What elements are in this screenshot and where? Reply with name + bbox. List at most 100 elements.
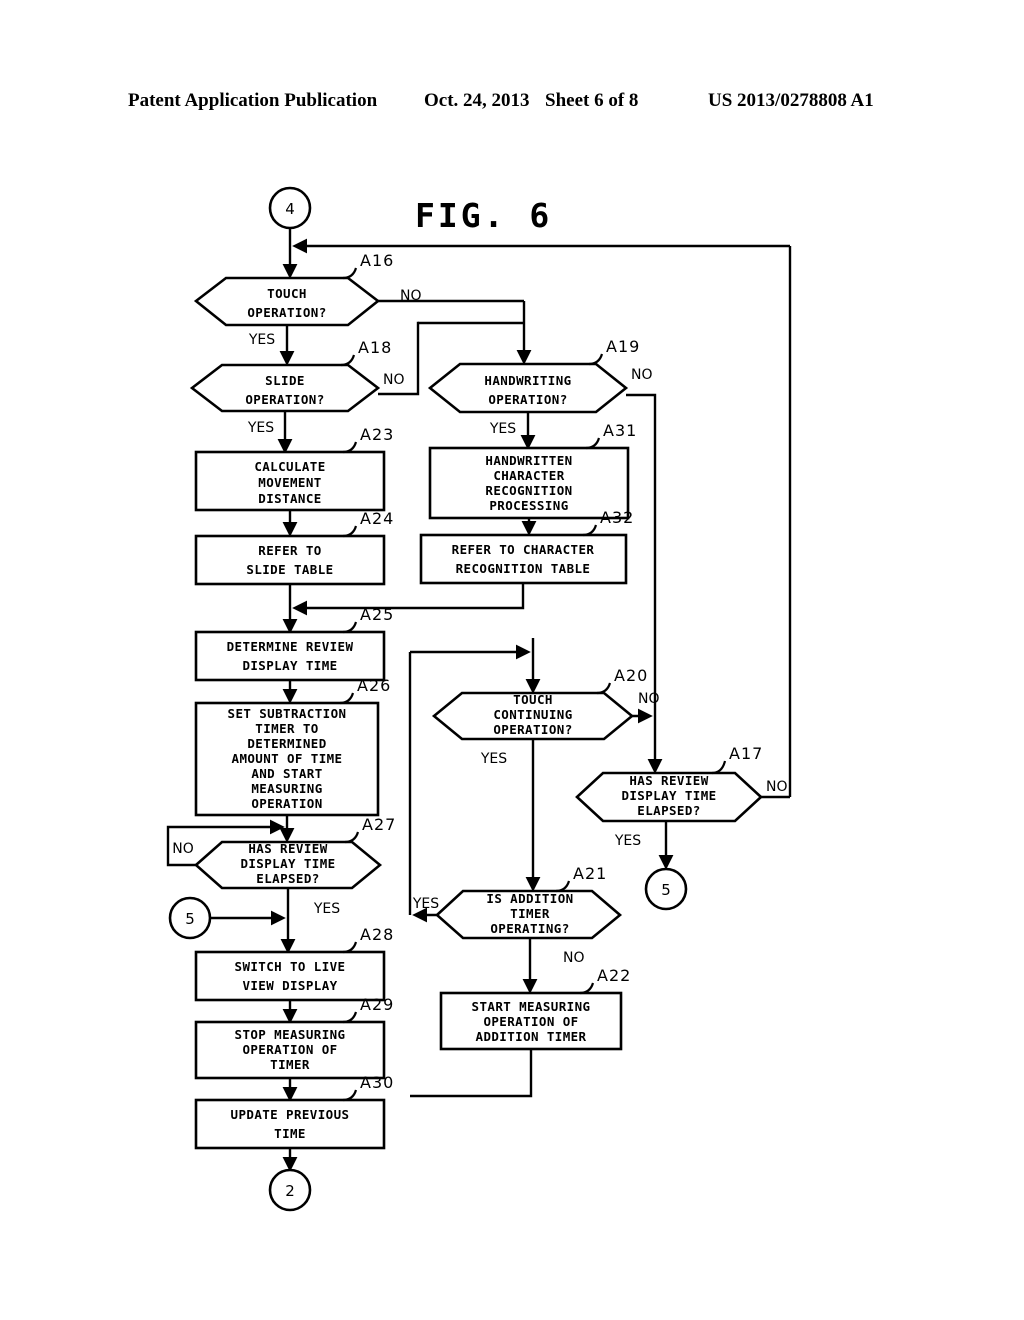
step-tag-a16: A16 bbox=[360, 251, 394, 270]
node-a22-line-3: ADDITION TIMER bbox=[476, 1029, 587, 1044]
flowchart-figure: FIG. 6 4 TOUCH OPERATION? A16 YES NO SLI… bbox=[166, 186, 792, 1212]
node-a29-line-3: TIMER bbox=[270, 1057, 310, 1072]
connector-4-label: 4 bbox=[285, 200, 295, 218]
node-a20-line-2: CONTINUING bbox=[493, 707, 572, 722]
node-a16-line-1: TOUCH bbox=[267, 286, 307, 301]
node-a23-line-3: DISTANCE bbox=[258, 491, 321, 506]
node-a19-line-1: HANDWRITING bbox=[484, 373, 571, 388]
edge-a32-to-a25 bbox=[292, 583, 525, 616]
branch-a18-yes: YES bbox=[247, 420, 274, 436]
node-a21-line-3: OPERATING? bbox=[490, 921, 569, 936]
leader-a29 bbox=[342, 1011, 358, 1024]
node-a29-line-2: OPERATION OF bbox=[242, 1042, 337, 1057]
node-a26-line-5: AND START bbox=[251, 766, 322, 781]
node-a32-line-2: RECOGNITION TABLE bbox=[456, 561, 591, 576]
node-a28-line-1: SWITCH TO LIVE bbox=[235, 959, 346, 974]
node-a16-line-2: OPERATION? bbox=[247, 305, 326, 320]
node-a27-line-3: ELAPSED? bbox=[256, 871, 319, 886]
step-tag-a22: A22 bbox=[597, 966, 631, 985]
node-a28-line-2: VIEW DISPLAY bbox=[242, 978, 337, 993]
node-a27-line-2: DISPLAY TIME bbox=[240, 856, 335, 871]
leader-a27 bbox=[344, 831, 360, 844]
step-tag-a21: A21 bbox=[573, 864, 607, 883]
step-tag-a27: A27 bbox=[362, 815, 396, 834]
connector-2-label: 2 bbox=[285, 1182, 295, 1200]
leader-a18 bbox=[340, 354, 356, 367]
branch-a17-no: NO bbox=[766, 779, 788, 795]
node-a31-line-4: PROCESSING bbox=[489, 498, 568, 513]
node-a22-line-2: OPERATION OF bbox=[483, 1014, 578, 1029]
step-tag-a29: A29 bbox=[360, 995, 394, 1014]
node-a17-line-3: ELAPSED? bbox=[637, 803, 700, 818]
leader-a32 bbox=[582, 524, 598, 537]
node-a23-line-1: CALCULATE bbox=[254, 459, 325, 474]
branch-a19-yes: YES bbox=[489, 421, 516, 437]
node-a25-line-2: DISPLAY TIME bbox=[242, 658, 337, 673]
step-tag-a18: A18 bbox=[358, 338, 392, 357]
node-a29-line-1: STOP MEASURING bbox=[235, 1027, 346, 1042]
node-a26-line-7: OPERATION bbox=[251, 796, 322, 811]
leader-a22 bbox=[579, 982, 595, 995]
branch-a16-yes: YES bbox=[248, 332, 275, 348]
step-tag-a28: A28 bbox=[360, 925, 394, 944]
leader-a17 bbox=[711, 760, 727, 775]
leader-a21 bbox=[555, 880, 571, 893]
node-a31-line-1: HANDWRITTEN bbox=[485, 453, 572, 468]
node-a30-line-2: TIME bbox=[274, 1126, 306, 1141]
patent-figure-page: Patent Application Publication Oct. 24, … bbox=[0, 0, 1024, 1320]
leader-a26 bbox=[339, 692, 355, 705]
branch-a17-yes: YES bbox=[614, 833, 641, 849]
connector-5-left-label: 5 bbox=[185, 910, 195, 928]
branch-a18-no: NO bbox=[383, 372, 405, 388]
step-tag-a32: A32 bbox=[600, 508, 634, 527]
step-tag-a26: A26 bbox=[357, 676, 391, 695]
node-a21-line-1: IS ADDITION bbox=[486, 891, 573, 906]
node-a32-line-1: REFER TO CHARACTER bbox=[452, 542, 595, 557]
node-a22-line-1: START MEASURING bbox=[472, 999, 591, 1014]
branch-a21-yes: YES bbox=[412, 896, 439, 912]
node-a31-line-2: CHARACTER bbox=[493, 468, 564, 483]
leader-a23 bbox=[342, 441, 358, 454]
leader-a19 bbox=[588, 353, 604, 366]
node-a24-line-1: REFER TO bbox=[258, 543, 321, 558]
leader-a31 bbox=[585, 437, 601, 450]
node-a26-line-3: DETERMINED bbox=[247, 736, 326, 751]
step-tag-a23: A23 bbox=[360, 425, 394, 444]
leader-a24 bbox=[342, 525, 358, 538]
step-tag-a31: A31 bbox=[603, 421, 637, 440]
node-a19-line-2: OPERATION? bbox=[488, 392, 567, 407]
branch-a21-no: NO bbox=[563, 950, 585, 966]
figure-title: FIG. 6 bbox=[415, 196, 552, 235]
step-tag-a19: A19 bbox=[606, 337, 640, 356]
node-a26-line-4: AMOUNT OF TIME bbox=[232, 751, 343, 766]
node-a30-line-1: UPDATE PREVIOUS bbox=[231, 1107, 350, 1122]
leader-a28 bbox=[342, 941, 358, 954]
node-a23-line-2: MOVEMENT bbox=[258, 475, 321, 490]
node-a25-line-1: DETERMINE REVIEW bbox=[227, 639, 354, 654]
node-a21-line-2: TIMER bbox=[510, 906, 550, 921]
step-tag-a20: A20 bbox=[614, 666, 648, 685]
node-a18-line-2: OPERATION? bbox=[245, 392, 324, 407]
leader-a30 bbox=[342, 1089, 358, 1102]
node-a18-line-1: SLIDE bbox=[265, 373, 305, 388]
step-tag-a25: A25 bbox=[360, 605, 394, 624]
branch-a27-yes: YES bbox=[313, 901, 340, 917]
node-a17-line-1: HAS REVIEW bbox=[629, 773, 708, 788]
node-a20-line-1: TOUCH bbox=[513, 692, 553, 707]
step-tag-a30: A30 bbox=[360, 1073, 394, 1092]
node-a31-line-3: RECOGNITION bbox=[485, 483, 572, 498]
node-a26-line-1: SET SUBTRACTION bbox=[228, 706, 347, 721]
node-a27-line-1: HAS REVIEW bbox=[248, 841, 327, 856]
leader-a20 bbox=[596, 682, 612, 695]
connector-5-right-label: 5 bbox=[661, 881, 671, 899]
node-a26-line-6: MEASURING bbox=[251, 781, 322, 796]
edge-a22-to-a20-return bbox=[410, 1049, 533, 1098]
step-tag-a24: A24 bbox=[360, 509, 394, 528]
node-a24-line-2: SLIDE TABLE bbox=[246, 562, 333, 577]
branch-a27-no: NO bbox=[172, 841, 194, 857]
branch-a20-no: NO bbox=[638, 691, 660, 707]
branch-a19-no: NO bbox=[631, 367, 653, 383]
step-tag-a17: A17 bbox=[729, 744, 763, 763]
leader-a16 bbox=[342, 267, 358, 280]
node-a20-line-3: OPERATION? bbox=[493, 722, 572, 737]
